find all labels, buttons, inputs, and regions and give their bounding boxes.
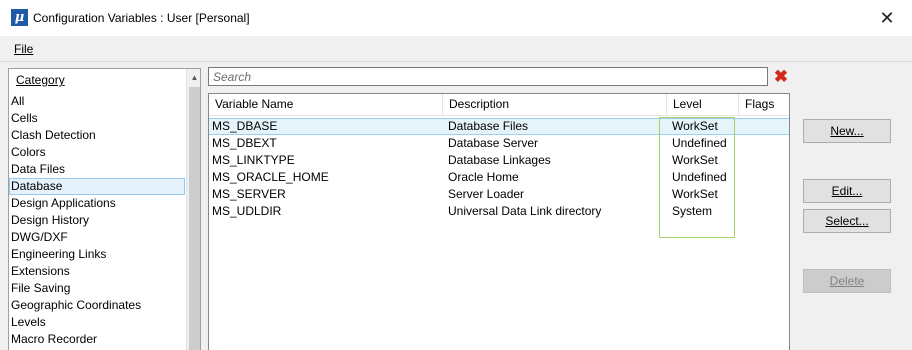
column-header-description[interactable]: Description <box>443 94 667 116</box>
cell-variable-name: MS_DBEXT <box>212 136 277 150</box>
menu-file[interactable]: File <box>14 42 33 56</box>
category-scrollbar[interactable]: ▲ <box>186 69 200 350</box>
cell-level: WorkSet <box>672 187 718 201</box>
cell-level: Undefined <box>672 136 727 150</box>
cell-description: Database Server <box>448 136 539 150</box>
cell-variable-name: MS_LINKTYPE <box>212 153 295 167</box>
cell-description: Oracle Home <box>448 170 519 184</box>
table-row[interactable]: MS_SERVER Server Loader WorkSet <box>209 186 789 203</box>
close-icon[interactable]: ✕ <box>868 4 906 32</box>
category-item[interactable]: DWG/DXF <box>9 229 185 246</box>
category-header-label: Category <box>16 73 65 87</box>
category-item[interactable]: Macro Recorder <box>9 331 185 348</box>
column-header-variable-name[interactable]: Variable Name <box>209 94 443 116</box>
cell-description: Database Linkages <box>448 153 551 167</box>
cell-variable-name: MS_DBASE <box>212 119 278 133</box>
category-item[interactable]: Engineering Links <box>9 246 185 263</box>
table-row[interactable]: MS_LINKTYPE Database Linkages WorkSet <box>209 152 789 169</box>
category-list-panel: Category All Cells Clash Detection Colors Da… <box>8 68 201 350</box>
menu-bar: File <box>0 36 912 62</box>
category-item[interactable]: Database <box>9 178 185 195</box>
category-item[interactable]: Data Files <box>9 161 185 178</box>
column-header-flags[interactable]: Flags <box>739 94 789 116</box>
category-item[interactable]: Colors <box>9 144 185 161</box>
cell-level: Undefined <box>672 170 727 184</box>
clear-search-icon[interactable]: ✖ <box>773 68 789 86</box>
new-button[interactable]: New... <box>803 119 891 143</box>
category-list: All Cells Clash Detection Colors Data Files D… <box>9 93 185 348</box>
delete-button[interactable]: Delete <box>803 269 891 293</box>
category-item[interactable]: Design Applications <box>9 195 185 212</box>
table-row[interactable]: MS_UDLDIR Universal Data Link directory Sy… <box>209 203 789 220</box>
scroll-up-arrow-icon[interactable]: ▲ <box>187 69 200 86</box>
table-row[interactable]: MS_ORACLE_HOME Oracle Home Undefined <box>209 169 789 186</box>
window-title: Configuration Variables : User [Personal… <box>33 11 250 25</box>
category-item[interactable]: Clash Detection <box>9 127 185 144</box>
category-item[interactable]: Geographic Coordinates <box>9 297 185 314</box>
cell-description: Universal Data Link directory <box>448 204 602 218</box>
table-row[interactable]: MS_DBASE Database Files WorkSet <box>209 118 789 135</box>
edit-button-label: Edit... <box>831 184 863 198</box>
select-button-label: Select... <box>825 214 869 228</box>
category-item[interactable]: All <box>9 93 185 110</box>
cell-variable-name: MS_UDLDIR <box>212 204 282 218</box>
title-bar: μ Configuration Variables : User [Person… <box>0 0 912 36</box>
cell-level: System <box>672 204 713 218</box>
category-item[interactable]: Design History <box>9 212 185 229</box>
category-item[interactable]: Extensions <box>9 263 185 280</box>
select-button[interactable]: Select... <box>803 209 891 233</box>
search-input[interactable] <box>209 68 767 85</box>
column-header-level[interactable]: Level <box>667 94 739 116</box>
table-row[interactable]: MS_DBEXT Database Server Undefined <box>209 135 789 152</box>
table-header: Variable Name Description Level Flags <box>209 94 789 116</box>
menu-file-label: File <box>14 42 34 56</box>
cell-variable-name: MS_SERVER <box>212 187 286 201</box>
edit-button[interactable]: Edit... <box>803 179 891 203</box>
variables-table: Variable Name Description Level Flags MS… <box>208 93 790 350</box>
category-item[interactable]: Levels <box>9 314 185 331</box>
category-item[interactable]: Cells <box>9 110 185 127</box>
category-item[interactable]: File Saving <box>9 280 185 297</box>
microstation-logo-icon: μ <box>11 9 28 26</box>
new-button-label: New... <box>830 124 864 138</box>
scroll-thumb[interactable] <box>189 87 200 350</box>
category-header[interactable]: Category <box>16 73 65 87</box>
cell-description: Server Loader <box>448 187 525 201</box>
search-box <box>208 67 768 86</box>
delete-button-label: Delete <box>829 274 865 288</box>
cell-level: WorkSet <box>672 153 718 167</box>
cell-description: Database Files <box>448 119 529 133</box>
cell-variable-name: MS_ORACLE_HOME <box>212 170 329 184</box>
cell-level: WorkSet <box>672 119 718 133</box>
